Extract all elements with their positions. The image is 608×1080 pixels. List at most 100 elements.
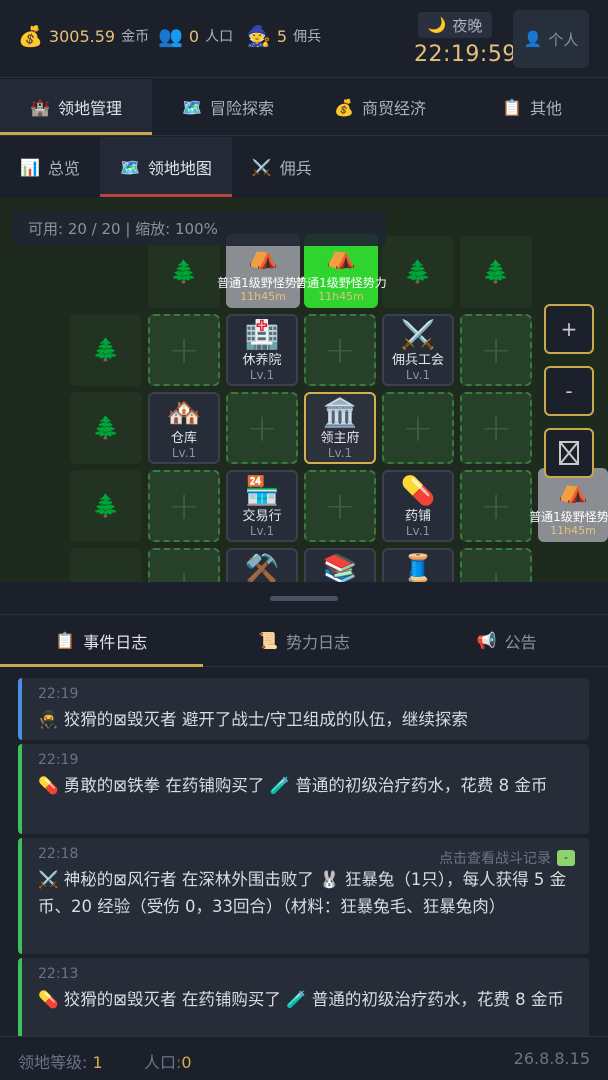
mercenary-resource: 🧙 5 佣兵 <box>246 26 321 46</box>
mercenary-unit: 佣兵 <box>293 29 322 45</box>
tree-icon: 🌲 <box>92 337 120 363</box>
convenience-store-icon: 🏪 <box>244 474 280 507</box>
empty-plot[interactable]: + <box>148 470 220 542</box>
building-sanatorium[interactable]: 🏥 休养院 Lv.1 <box>226 314 298 386</box>
main-tabs: 🏰 领地管理 🗺️ 冒险探索 💰 商贸经济 📋 其他 <box>0 79 608 136</box>
zoom-in-button[interactable]: + <box>544 304 594 354</box>
map-cell-tree: 🌲 <box>70 314 142 386</box>
empty-plot[interactable]: + <box>460 314 532 386</box>
log-entry: 22:19 🥷 狡猾的⊠毁灭者 避开了战士/守卫组成的队伍，继续探索 <box>18 678 589 740</box>
top-bar: 💰 3005.59 金币 👥 0 人口 🧙 5 佣兵 🌙 夜晚 22:19:59… <box>0 0 608 78</box>
tent-icon: ⛺ <box>326 242 356 270</box>
tab-faction-log[interactable]: 📜 势力日志 <box>203 615 406 666</box>
tree-icon: 🌲 <box>482 259 510 285</box>
building-mercenary-guild[interactable]: ⚔️ 佣兵工会 Lv.1 <box>382 314 454 386</box>
map-cell-tree: 🌲 <box>148 236 220 308</box>
fit-view-button[interactable] <box>544 428 594 478</box>
castle-icon: 🏰 <box>30 97 50 117</box>
tree-icon: 🌲 <box>170 259 198 285</box>
plus-icon: + <box>168 484 200 528</box>
building-lord-mansion[interactable]: 🏛️ 领主府 Lv.1 <box>304 392 376 464</box>
game-clock: 22:19:59 <box>414 42 517 67</box>
log-text: 勇敢的⊠铁拳 在药铺购买了 🧪 普通的初级治疗药水，花费 8 金币 <box>63 776 548 795</box>
sub-tabs: 📊 总览 🗺️ 领地地图 ⚔️ 佣兵 <box>0 137 608 197</box>
map-cell-tree: 🌲 <box>70 470 142 542</box>
tab-event-log[interactable]: 📋 事件日志 <box>0 615 203 667</box>
people-icon: 👥 <box>158 24 183 48</box>
empty-plot[interactable]: + <box>382 392 454 464</box>
crossed-swords-icon: ⚔️ <box>251 157 272 177</box>
population-resource: 👥 0 人口 <box>158 26 233 46</box>
tab-overview[interactable]: 📊 总览 <box>0 137 100 197</box>
log-entry: 22:13 💊 狡猾的⊠毁灭者 在药铺购买了 🧪 普通的初级治疗药水，花费 8 … <box>18 958 589 1036</box>
map-icon: 🗺️ <box>119 157 140 177</box>
empty-plot[interactable]: + <box>148 314 220 386</box>
status-footer: 领地等级: 1 人口:0 26.8.8.15 <box>0 1036 608 1080</box>
empty-plot[interactable]: + <box>226 392 298 464</box>
day-phase-badge: 🌙 夜晚 <box>418 12 492 38</box>
plus-icon: + <box>480 406 512 450</box>
plus-icon: + <box>324 484 356 528</box>
tab-mercenary[interactable]: ⚔️ 佣兵 <box>232 137 332 197</box>
event-log-list[interactable]: 22:19 🥷 狡猾的⊠毁灭者 避开了战士/守卫组成的队伍，继续探索 22:19… <box>0 668 608 1036</box>
footer-population: 人口:0 <box>144 1053 192 1072</box>
map-cell-tree: 🌲 <box>460 236 532 308</box>
hammer-pick-icon: ⚒️ <box>244 552 280 582</box>
tab-territory[interactable]: 🏰 领地管理 <box>0 79 152 135</box>
tab-territory-map[interactable]: 🗺️ 领地地图 <box>99 137 232 197</box>
building-partial[interactable]: 📚 <box>304 548 376 582</box>
empty-plot[interactable]: + <box>148 548 220 582</box>
camp-name: 普通1级野怪势力 <box>529 510 608 524</box>
gold-unit: 金币 <box>121 29 150 45</box>
money-bag-icon: 💰 <box>334 97 354 117</box>
camp-timer: 11h45m <box>550 524 596 537</box>
zoom-out-button[interactable]: - <box>544 366 594 416</box>
wizard-icon: 🧙 <box>246 24 271 48</box>
territory-map[interactable]: 可用: 20 / 20 | 缩放: 100% 🌲 🌲 🌲 ⛺ 普通1级野怪势力 … <box>0 198 608 582</box>
plus-icon: + <box>480 328 512 372</box>
bar-chart-icon: 📊 <box>20 157 40 177</box>
building-trading-house[interactable]: 🏪 交易行 Lv.1 <box>226 470 298 542</box>
tab-announcement[interactable]: 📢 公告 <box>405 615 608 666</box>
app-root: { "resources": { "gold": {"icon": "money… <box>0 0 608 1080</box>
version-label: 26.8.8.15 <box>513 1049 590 1068</box>
map-cell-tree: 🌲 <box>70 392 142 464</box>
building-warehouse[interactable]: 🏘️ 仓库 Lv.1 <box>148 392 220 464</box>
territory-level: 领地等级: 1 <box>18 1053 103 1072</box>
drag-bar[interactable] <box>270 596 338 601</box>
panel-drag-handle[interactable] <box>0 583 608 615</box>
building-pharmacy[interactable]: 💊 药铺 Lv.1 <box>382 470 454 542</box>
empty-plot[interactable]: + <box>460 470 532 542</box>
monster-camp[interactable]: ⛺ 普通1级野怪势力 11h45m <box>529 468 608 542</box>
map-icon: 🗺️ <box>182 97 202 117</box>
building-partial[interactable]: 🧵 <box>382 548 454 582</box>
plus-icon: + <box>324 328 356 372</box>
day-phase-label: 夜晚 <box>452 16 483 35</box>
building-partial[interactable]: ⚒️ <box>226 548 298 582</box>
hospital-icon: 🏥 <box>244 318 280 351</box>
battle-record-link[interactable]: 点击查看战斗记录 - <box>439 848 575 868</box>
camp-name: 普通1级野怪势力 <box>295 276 387 290</box>
population-value: 0 <box>188 26 200 46</box>
ninja-icon: 🥷 <box>38 710 59 729</box>
log-tabs: 📋 事件日志 📜 势力日志 📢 公告 <box>0 615 608 667</box>
profile-button[interactable]: 👤 个人 <box>513 10 589 68</box>
pill-icon: 💊 <box>38 776 59 795</box>
camp-timer: 11h45m <box>240 290 286 303</box>
log-time: 22:19 <box>38 686 79 702</box>
log-text: 狡猾的⊠毁灭者 避开了战士/守卫组成的队伍，继续探索 <box>63 710 468 729</box>
empty-plot[interactable]: + <box>460 392 532 464</box>
map-info: 可用: 20 / 20 | 缩放: 100% <box>12 210 386 246</box>
tab-other[interactable]: 📋 其他 <box>456 79 608 135</box>
camp-timer: 11h45m <box>318 290 364 303</box>
tab-adventure[interactable]: 🗺️ 冒险探索 <box>152 79 304 135</box>
empty-plot[interactable]: + <box>304 314 376 386</box>
classical-building-icon: 🏛️ <box>322 396 358 429</box>
hourglass-icon <box>559 441 579 465</box>
tab-trade[interactable]: 💰 商贸经济 <box>304 79 456 135</box>
log-time: 22:19 <box>38 752 79 768</box>
crossed-swords-icon: ⚔️ <box>38 870 59 889</box>
empty-plot[interactable]: + <box>304 470 376 542</box>
empty-plot[interactable]: + <box>460 548 532 582</box>
crossed-swords-icon: ⚔️ <box>400 318 436 351</box>
